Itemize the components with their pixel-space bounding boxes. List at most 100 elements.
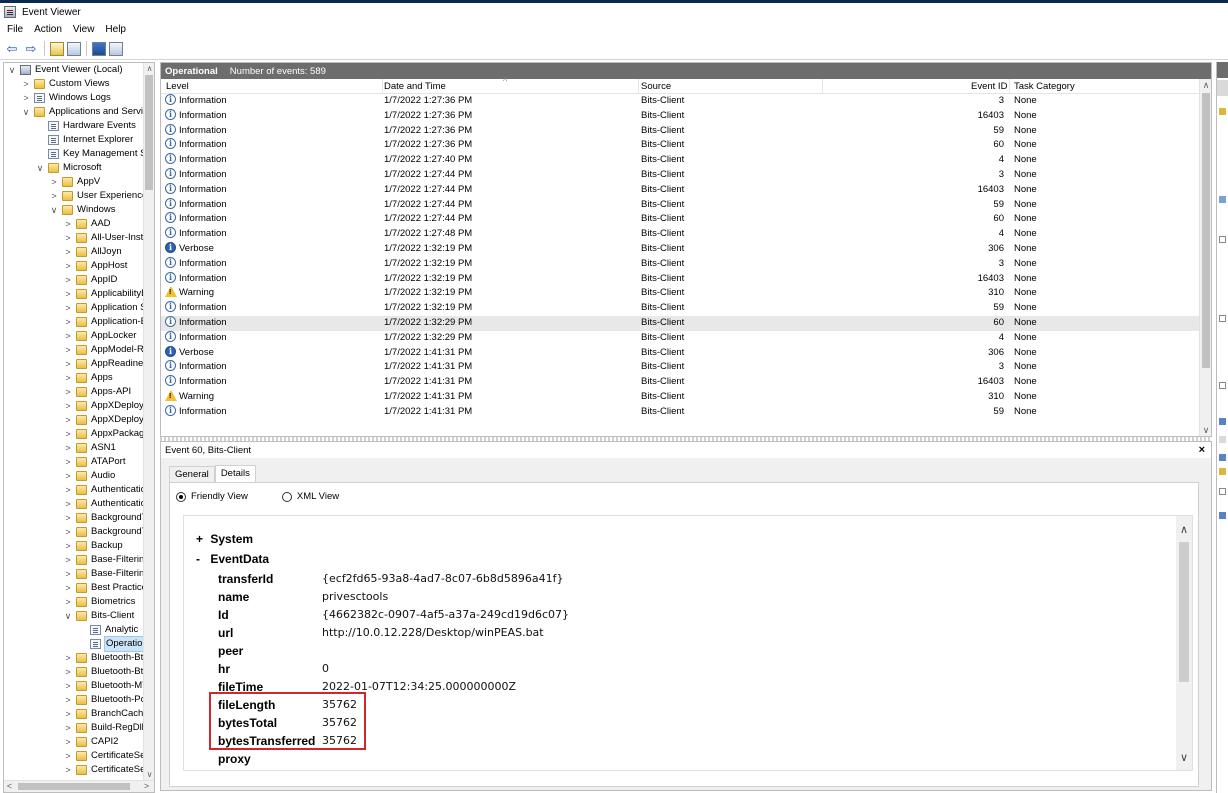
tree-item[interactable]: Operationa bbox=[4, 636, 145, 652]
action-icon[interactable] bbox=[1219, 196, 1226, 203]
tree-horizontal-scrollbar[interactable]: < > bbox=[4, 780, 154, 792]
chevron-right-icon[interactable]: > bbox=[63, 651, 73, 665]
menu-view[interactable]: View bbox=[73, 24, 95, 35]
chevron-right-icon[interactable]: > bbox=[21, 77, 31, 91]
tree-item[interactable]: > Custom Views bbox=[4, 77, 145, 91]
column-source[interactable]: Source bbox=[641, 81, 671, 92]
chevron-right-icon[interactable]: > bbox=[63, 595, 73, 609]
action-icon[interactable] bbox=[1219, 468, 1226, 475]
tree-item[interactable]: > BranchCacheS bbox=[4, 707, 145, 721]
event-row[interactable]: i Verbose 1/7/2022 1:32:19 PM Bits-Client 30… bbox=[161, 241, 1211, 257]
tree-item[interactable]: > Bluetooth-Poli bbox=[4, 693, 145, 707]
tree-item[interactable]: > AppID bbox=[4, 273, 145, 287]
chevron-right-icon[interactable]: > bbox=[63, 469, 73, 483]
tree-item[interactable]: Key Management Ser bbox=[4, 147, 145, 161]
chevron-right-icon[interactable]: > bbox=[63, 553, 73, 567]
xml-view-label[interactable]: XML View bbox=[297, 491, 339, 502]
action-icon[interactable] bbox=[1219, 108, 1226, 115]
tree-item[interactable]: ∨ Windows bbox=[4, 203, 145, 217]
chevron-right-icon[interactable]: > bbox=[63, 385, 73, 399]
event-row[interactable]: i Information 1/7/2022 1:32:19 PM Bits-Clie… bbox=[161, 256, 1211, 272]
chevron-right-icon[interactable]: > bbox=[49, 189, 59, 203]
tree-item[interactable]: > Audio bbox=[4, 469, 145, 483]
help-icon[interactable] bbox=[92, 41, 106, 56]
event-row[interactable]: i Information 1/7/2022 1:27:36 PM Bits-Clie… bbox=[161, 108, 1211, 124]
chevron-right-icon[interactable]: > bbox=[63, 721, 73, 735]
tree-item[interactable]: > Authenticatior bbox=[4, 483, 145, 497]
scroll-right-icon[interactable]: > bbox=[141, 781, 152, 792]
chevron-right-icon[interactable]: > bbox=[63, 581, 73, 595]
tree-item[interactable]: > Backup bbox=[4, 539, 145, 553]
tree-item[interactable]: Analytic bbox=[4, 623, 145, 637]
event-row[interactable]: ! Warning 1/7/2022 1:32:19 PM Bits-Client 31… bbox=[161, 286, 1211, 301]
chevron-right-icon[interactable]: > bbox=[63, 273, 73, 287]
tree-item[interactable]: > Base-Filtering- bbox=[4, 567, 145, 581]
chevron-right-icon[interactable]: > bbox=[63, 539, 73, 553]
scroll-thumb[interactable] bbox=[145, 75, 153, 190]
xml-view-radio[interactable] bbox=[281, 491, 292, 502]
forward-arrow-icon[interactable]: ⇨ bbox=[23, 41, 39, 57]
event-row[interactable]: ! Warning 1/7/2022 1:41:31 PM Bits-Client 31… bbox=[161, 389, 1211, 405]
tree-item[interactable]: > AppModel-Ru bbox=[4, 343, 145, 357]
chevron-right-icon[interactable]: > bbox=[63, 343, 73, 357]
event-row[interactable]: i Information 1/7/2022 1:41:31 PM Bits-Clie… bbox=[161, 375, 1211, 390]
tree-item[interactable]: > Build-RegDll bbox=[4, 721, 145, 735]
column-divider[interactable] bbox=[1009, 79, 1010, 94]
tree-item[interactable]: > ApplicabilityEr bbox=[4, 287, 145, 301]
tree-item[interactable]: ∨ Microsoft bbox=[4, 161, 145, 175]
tree-item[interactable]: > Biometrics bbox=[4, 595, 145, 609]
tree-item[interactable]: > AppLocker bbox=[4, 329, 145, 343]
tree-item[interactable]: > BackgroundTr bbox=[4, 525, 145, 539]
event-row[interactable]: i Information 1/7/2022 1:32:29 PM Bits-Clie… bbox=[161, 330, 1211, 346]
scroll-down-icon[interactable]: ∨ bbox=[1176, 750, 1192, 766]
eventdata-node[interactable]: - EventData bbox=[196, 550, 269, 568]
chevron-right-icon[interactable]: > bbox=[63, 735, 73, 749]
show-hide-action-pane-icon[interactable] bbox=[109, 41, 123, 56]
back-arrow-icon[interactable]: ⇦ bbox=[4, 41, 20, 57]
chevron-right-icon[interactable]: > bbox=[63, 287, 73, 301]
tab-details[interactable]: Details bbox=[214, 465, 256, 483]
scroll-thumb[interactable] bbox=[1179, 542, 1189, 682]
chevron-down-icon[interactable]: ∨ bbox=[63, 609, 73, 623]
event-row[interactable]: i Information 1/7/2022 1:41:31 PM Bits-Clie… bbox=[161, 360, 1211, 375]
tree-item[interactable]: > AppxPackagin bbox=[4, 427, 145, 441]
tree-item[interactable]: ∨ Applications and Services bbox=[4, 105, 145, 119]
tree-item[interactable]: > Apps bbox=[4, 371, 145, 385]
chevron-right-icon[interactable]: > bbox=[63, 511, 73, 525]
tree-item[interactable]: > Authenticatior bbox=[4, 497, 145, 511]
event-row[interactable]: i Information 1/7/2022 1:27:36 PM Bits-Clie… bbox=[161, 94, 1211, 109]
scroll-down-icon[interactable]: ∨ bbox=[144, 769, 154, 780]
chevron-right-icon[interactable]: > bbox=[63, 413, 73, 427]
tree-item[interactable]: > AppV bbox=[4, 175, 145, 189]
friendly-view-label[interactable]: Friendly View bbox=[191, 491, 248, 502]
expand-icon[interactable]: + bbox=[196, 532, 203, 546]
tree-item[interactable]: > Application-Ex bbox=[4, 315, 145, 329]
action-icon[interactable] bbox=[1219, 488, 1226, 495]
action-icon[interactable] bbox=[1219, 236, 1226, 243]
chevron-right-icon[interactable]: > bbox=[63, 763, 73, 777]
chevron-right-icon[interactable]: > bbox=[49, 175, 59, 189]
tree-item[interactable]: > Bluetooth-MT bbox=[4, 679, 145, 693]
chevron-right-icon[interactable]: > bbox=[63, 357, 73, 371]
menu-help[interactable]: Help bbox=[105, 24, 126, 35]
tree-item[interactable]: > ASN1 bbox=[4, 441, 145, 455]
tree-item[interactable]: > AllJoyn bbox=[4, 245, 145, 259]
chevron-right-icon[interactable]: > bbox=[63, 301, 73, 315]
chevron-down-icon[interactable]: ∨ bbox=[21, 105, 31, 119]
scroll-up-icon[interactable]: ∧ bbox=[144, 63, 154, 74]
column-divider[interactable] bbox=[638, 79, 639, 94]
event-row[interactable]: i Information 1/7/2022 1:32:29 PM Bits-Clie… bbox=[161, 315, 1211, 331]
event-row[interactable]: i Information 1/7/2022 1:27:44 PM Bits-Clie… bbox=[161, 182, 1211, 198]
tree-item[interactable]: > AppXDeploym bbox=[4, 399, 145, 413]
show-hide-tree-icon[interactable] bbox=[67, 41, 81, 56]
chevron-right-icon[interactable]: > bbox=[63, 245, 73, 259]
chevron-right-icon[interactable]: > bbox=[63, 567, 73, 581]
tab-general[interactable]: General bbox=[169, 466, 215, 483]
chevron-right-icon[interactable]: > bbox=[63, 259, 73, 273]
tree-item[interactable]: > All-User-Instal bbox=[4, 231, 145, 245]
tree-item[interactable]: > User Experience Vi bbox=[4, 189, 145, 203]
chevron-right-icon[interactable]: > bbox=[63, 693, 73, 707]
chevron-right-icon[interactable]: > bbox=[63, 497, 73, 511]
scroll-down-icon[interactable]: ∨ bbox=[1200, 424, 1211, 436]
tree-item[interactable]: Internet Explorer bbox=[4, 133, 145, 147]
